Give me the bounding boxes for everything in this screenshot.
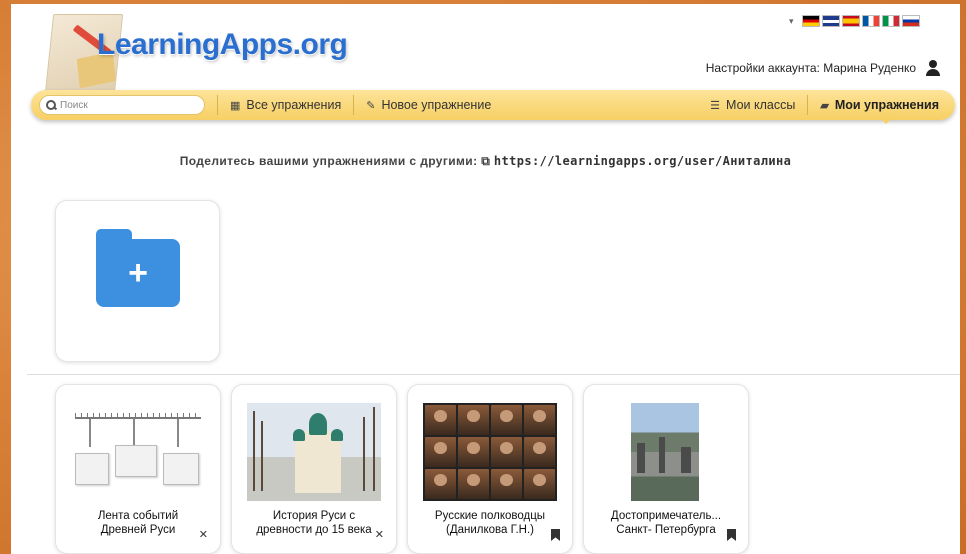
search-input[interactable]: Поиск [39, 95, 205, 115]
exercise-card[interactable]: Русские полководцы (Данилкова Г.Н.) [407, 384, 573, 554]
flag-gb-icon[interactable] [821, 15, 840, 27]
card-title: Русские полководцы (Данилкова Г.Н.) [434, 510, 546, 536]
logo-text: LearningApps.org [97, 28, 348, 61]
exercise-card[interactable]: Лента событий Древней Руси ✕ [55, 384, 221, 554]
external-link-icon: ⧉ [481, 154, 491, 168]
account-settings[interactable]: Настройки аккаунта: Марина Руденко [706, 60, 940, 76]
chevron-down-icon[interactable]: ▾ [789, 16, 794, 27]
exercise-card[interactable]: История Руси с древности до 15 века ✕ [231, 384, 397, 554]
user-icon[interactable] [926, 60, 940, 76]
nav-my-exercises[interactable]: ▰ Мои упражнения [820, 98, 939, 124]
logo[interactable]: LearningApps.org [31, 10, 351, 96]
list-icon: ☰ [710, 99, 721, 112]
language-selector[interactable]: ▾ [789, 14, 920, 28]
nav-my-classes-label: Мои классы [726, 98, 796, 112]
page: LearningApps.org ▾ Настройки аккаунта: М… [11, 4, 960, 554]
nav-all-exercises[interactable]: ▦ Все упражнения [230, 98, 341, 112]
share-text: Поделитесь вашими упражнениями с другими… [179, 154, 478, 168]
search-placeholder: Поиск [60, 99, 88, 111]
nav-new-exercise[interactable]: ✎ Новое упражнение [366, 98, 491, 112]
nav-divider [217, 95, 218, 115]
card-thumbnail [423, 403, 557, 501]
eye-slash-icon[interactable]: ✕ [375, 528, 384, 541]
share-line: Поделитесь вашими упражнениями с другими… [11, 154, 960, 169]
exercise-card[interactable]: Достопримечатель... Санкт- Петербурга [583, 384, 749, 554]
card-title: Лента событий Древней Руси [97, 510, 179, 536]
account-link[interactable]: Настройки аккаунта: Марина Руденко [706, 61, 916, 75]
pencil-icon: ✎ [366, 99, 376, 112]
image-icon [163, 453, 199, 485]
card-thumbnail [71, 403, 205, 501]
share-url[interactable]: https://learningapps.org/user/Аниталина [494, 154, 791, 168]
card-title: История Руси с древности до 15 века [256, 510, 372, 536]
flag-it-icon[interactable] [881, 15, 900, 27]
nav-all-exercises-label: Все упражнения [246, 98, 342, 112]
video-icon [75, 453, 109, 485]
text-icon [115, 445, 157, 477]
eye-slash-icon[interactable]: ✕ [199, 528, 208, 541]
nav-new-exercise-label: Новое упражнение [381, 98, 492, 112]
flag-es-icon[interactable] [841, 15, 860, 27]
flag-de-icon[interactable] [801, 15, 820, 27]
add-folder-tile[interactable]: + [55, 200, 220, 362]
section-divider [27, 374, 960, 375]
flag-fr-icon[interactable] [861, 15, 880, 27]
main-nav: Поиск ▦ Все упражнения ✎ Новое упражнени… [31, 90, 955, 124]
plus-icon: + [128, 253, 148, 292]
card-thumbnail [599, 403, 733, 501]
nav-my-exercises-label: Мои упражнения [834, 98, 939, 112]
nav-my-classes[interactable]: ☰ Мои классы [710, 98, 795, 112]
folder-plus-icon: + [96, 229, 180, 307]
card-thumbnail [247, 403, 381, 501]
card-title: Достопримечатель... Санкт- Петербурга [610, 510, 722, 536]
bookmark-icon[interactable] [551, 529, 560, 541]
nav-divider [807, 95, 809, 115]
grid-icon: ▦ [230, 99, 241, 112]
nav-divider [353, 95, 355, 115]
flag-ru-icon[interactable] [901, 15, 920, 27]
search-icon [46, 100, 56, 110]
folder-open-icon: ▰ [820, 99, 829, 112]
bookmark-icon[interactable] [727, 529, 736, 541]
